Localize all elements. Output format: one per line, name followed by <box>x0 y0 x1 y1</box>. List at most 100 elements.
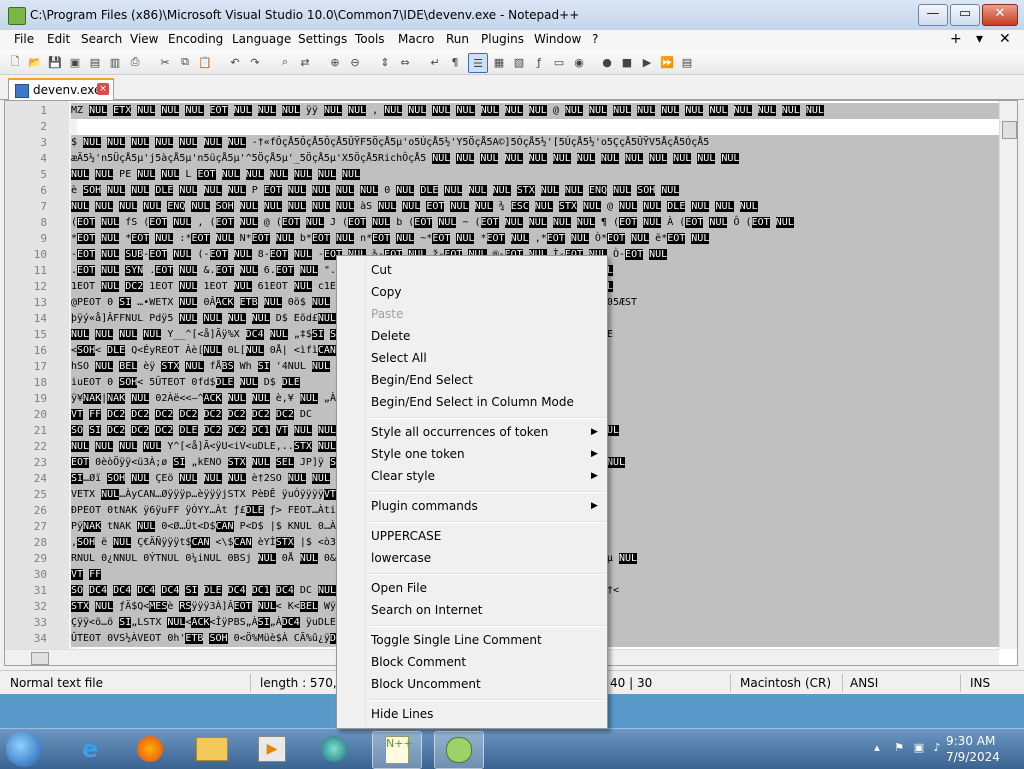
ctx-block-comment[interactable]: Block Comment <box>371 653 466 671</box>
ctx-toggle-single-line-comment[interactable]: Toggle Single Line Comment <box>371 631 542 649</box>
word-wrap-icon[interactable]: ↵ <box>426 53 444 71</box>
ctx-plugin-commands[interactable]: Plugin commands <box>371 497 478 515</box>
start-button[interactable] <box>6 731 42 767</box>
ctx-paste[interactable]: Paste <box>371 305 403 323</box>
horizontal-scroll-thumb[interactable] <box>31 652 49 665</box>
control-char-token: NUL <box>335 233 355 244</box>
clock-date[interactable]: 7/9/2024 <box>946 750 1000 764</box>
code-line[interactable]: NUL NUL NUL NUL ENQ NUL SOH NUL NUL NUL … <box>71 199 1001 215</box>
taskbar-notepadpp-icon[interactable]: N++ <box>372 731 422 769</box>
tab-close-icon[interactable]: × <box>97 83 109 95</box>
code-line[interactable]: MZ NUL ETX NUL NUL NUL EOT NUL NUL NUL ÿ… <box>71 103 1001 119</box>
close-window-button[interactable]: ✕ <box>982 4 1018 26</box>
code-line[interactable]: (EOT NUL fS (EOT NUL , (EOT NUL @ (EOT N… <box>71 215 1001 231</box>
taskbar-media-player-icon[interactable]: ▶ <box>248 731 296 767</box>
folder-workspace-icon[interactable]: ▭ <box>550 53 568 71</box>
clock-time[interactable]: 9:30 AM <box>946 734 995 748</box>
copy-icon[interactable]: ⧉ <box>176 53 194 71</box>
tab-devenv-exe[interactable]: devenv.exe × <box>8 78 114 100</box>
tray-volume-icon[interactable]: ♪ <box>930 741 944 755</box>
open-file-icon[interactable]: 📂 <box>26 53 44 71</box>
code-line[interactable]: æÄ5½'n5ÜçÅ5µ'j5àçÅ5µ'n5üçÅ5µ'^5ÖçÅ5µ'_5Ö… <box>71 151 1001 167</box>
maximize-button[interactable]: ▭ <box>950 4 980 26</box>
sync-vertical-icon[interactable]: ⇕ <box>376 53 394 71</box>
ctx-begin-end-select-column[interactable]: Begin/End Select in Column Mode <box>371 393 574 411</box>
taskbar-ie-icon[interactable]: e <box>66 731 114 767</box>
save-icon[interactable]: 💾 <box>46 53 64 71</box>
taskbar-firefox-icon[interactable] <box>126 731 174 767</box>
menu-search[interactable]: Search <box>81 32 122 46</box>
code-line[interactable]: $ NUL NUL NUL NUL NUL NUL NUL -†«fÔçÅ5Ôç… <box>71 135 1001 151</box>
taskbar-second-app-icon[interactable] <box>434 731 484 769</box>
show-all-chars-icon[interactable]: ¶ <box>446 53 464 71</box>
menu-help[interactable]: ? <box>592 32 598 46</box>
save-macro-icon[interactable]: ▤ <box>678 53 696 71</box>
cut-icon[interactable]: ✂ <box>156 53 174 71</box>
menu-settings[interactable]: Settings <box>298 32 347 46</box>
tab-list-dropdown-icon[interactable]: ▾ <box>976 31 983 47</box>
ctx-style-all-occurrences[interactable]: Style all occurrences of token <box>371 423 548 441</box>
ctx-delete[interactable]: Delete <box>371 327 410 345</box>
record-macro-icon[interactable]: ● <box>598 53 616 71</box>
close-document-icon[interactable]: ✕ <box>999 31 1011 47</box>
ctx-lowercase[interactable]: lowercase <box>371 549 431 567</box>
indent-guide-icon[interactable]: ☰ <box>468 53 488 73</box>
menu-plugins[interactable]: Plugins <box>481 32 524 46</box>
doc-map-icon[interactable]: ▧ <box>510 53 528 71</box>
ctx-uppercase[interactable]: UPPERCASE <box>371 527 441 545</box>
taskbar-explorer-icon[interactable] <box>188 731 236 767</box>
minimize-button[interactable]: — <box>918 4 948 26</box>
menu-view[interactable]: View <box>130 32 158 46</box>
code-line[interactable]: è SOH NUL NUL DLE NUL NUL NUL P EOT NUL … <box>71 183 1001 199</box>
ctx-style-one-token[interactable]: Style one token <box>371 445 465 463</box>
sync-horizontal-icon[interactable]: ⇔ <box>396 53 414 71</box>
vertical-scrollbar[interactable] <box>999 101 1017 649</box>
stop-macro-icon[interactable]: ■ <box>618 53 636 71</box>
menu-file[interactable]: File <box>14 32 34 46</box>
function-list-icon[interactable]: ƒ <box>530 53 548 71</box>
menu-tools[interactable]: Tools <box>355 32 385 46</box>
new-file-icon[interactable]: 🗋 <box>6 53 24 71</box>
close-file-icon[interactable]: ▤ <box>86 53 104 71</box>
taskbar-app-icon[interactable] <box>310 731 358 767</box>
print-icon[interactable]: ⎙ <box>126 53 144 71</box>
tray-arrow-icon[interactable]: ▴ <box>870 741 884 755</box>
redo-icon[interactable]: ↷ <box>246 53 264 71</box>
menu-encoding[interactable]: Encoding <box>168 32 223 46</box>
ctx-search-on-internet[interactable]: Search on Internet <box>371 601 482 619</box>
ctx-hide-lines[interactable]: Hide Lines <box>371 705 433 723</box>
control-char-token: SI <box>257 617 270 628</box>
play-macro-icon[interactable]: ▶ <box>638 53 656 71</box>
run-macro-multiple-icon[interactable]: ⏩ <box>658 53 676 71</box>
ctx-begin-end-select[interactable]: Begin/End Select <box>371 371 473 389</box>
zoom-in-icon[interactable]: ⊕ <box>326 53 344 71</box>
ctx-open-file[interactable]: Open File <box>371 579 427 597</box>
ctx-block-uncomment[interactable]: Block Uncomment <box>371 675 481 693</box>
tray-network-icon[interactable]: ▣ <box>912 741 926 755</box>
ctx-clear-style[interactable]: Clear style <box>371 467 435 485</box>
zoom-out-icon[interactable]: ⊖ <box>346 53 364 71</box>
undo-icon[interactable]: ↶ <box>226 53 244 71</box>
tray-action-center-icon[interactable]: ⚑ <box>892 741 906 755</box>
code-line[interactable]: NUL NUL PE NUL NUL L EOT NUL NUL NUL NUL… <box>71 167 1001 183</box>
close-all-icon[interactable]: ▥ <box>106 53 124 71</box>
ctx-select-all[interactable]: Select All <box>371 349 427 367</box>
notepadpp-app-icon[interactable] <box>8 7 26 25</box>
ctx-cut[interactable]: Cut <box>371 261 392 279</box>
menu-language[interactable]: Language <box>232 32 291 46</box>
monitoring-eye-icon[interactable]: ◉ <box>570 53 588 71</box>
vertical-scroll-thumb[interactable] <box>1002 121 1017 139</box>
save-all-icon[interactable]: ▣ <box>66 53 84 71</box>
code-line[interactable] <box>71 119 1001 135</box>
menu-edit[interactable]: Edit <box>47 32 70 46</box>
new-tab-plus-icon[interactable]: + <box>950 31 962 47</box>
menu-window[interactable]: Window <box>534 32 581 46</box>
language-icon[interactable]: ▦ <box>490 53 508 71</box>
paste-icon[interactable]: 📋 <box>196 53 214 71</box>
ctx-copy[interactable]: Copy <box>371 283 401 301</box>
find-icon[interactable]: ⌕ <box>276 53 294 71</box>
menu-macro[interactable]: Macro <box>398 32 434 46</box>
replace-icon[interactable]: ⇄ <box>296 53 314 71</box>
code-line[interactable]: *EOT NUL *EOT NUL :*EOT NUL N*EOT NUL b*… <box>71 231 1001 247</box>
menu-run[interactable]: Run <box>446 32 469 46</box>
